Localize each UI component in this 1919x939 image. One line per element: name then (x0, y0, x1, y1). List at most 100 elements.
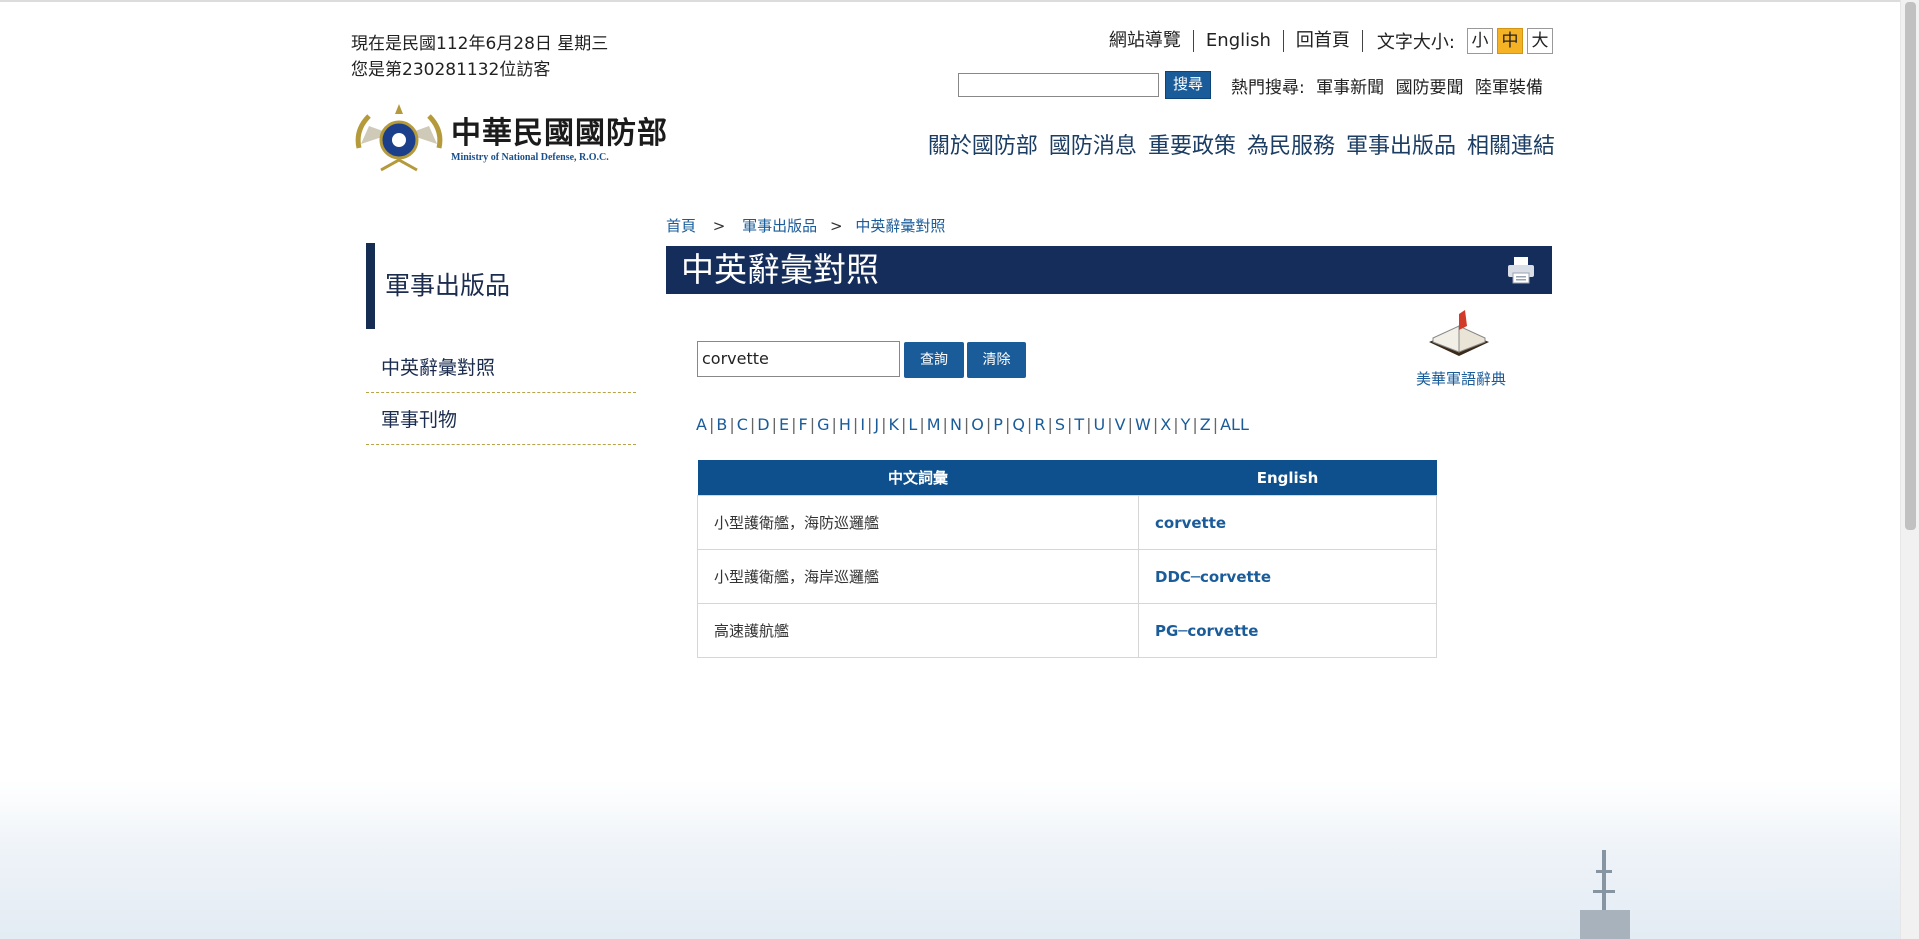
alphabet-letter-r[interactable]: R (1034, 415, 1045, 434)
nav-publications[interactable]: 軍事出版品 (1346, 128, 1456, 160)
cell-chinese: 小型護衛艦，海岸巡邏艦 (697, 549, 1139, 604)
sitemap-link[interactable]: 網站導覽 (1109, 30, 1194, 52)
top-border (0, 0, 1900, 2)
main-nav: 關於國防部 國防消息 重要政策 為民服務 軍事出版品 相關連結 (917, 128, 1555, 160)
alphabet-letter-k[interactable]: K (889, 415, 900, 434)
print-icon[interactable] (1506, 255, 1536, 285)
date-visitor: 現在是民國112年6月28日 星期三 您是第230281132位訪客 (351, 31, 608, 83)
alphabet-separator: | (831, 415, 837, 434)
cell-english[interactable]: corvette (1138, 495, 1437, 550)
alphabet-letter-p[interactable]: P (993, 415, 1003, 434)
breadcrumb-current[interactable]: 中英辭彙對照 (855, 217, 945, 235)
alphabet-letter-s[interactable]: S (1055, 415, 1065, 434)
site-logo[interactable]: 中華民國國防部 Ministry of National Defense, R.… (351, 100, 668, 180)
alphabet-separator: | (749, 415, 756, 434)
alphabet-letter-j[interactable]: J (874, 415, 879, 434)
nav-about[interactable]: 關於國防部 (928, 128, 1038, 160)
page-title-bar: 中英辭彙對照 (666, 246, 1552, 294)
nav-policies[interactable]: 重要政策 (1148, 128, 1236, 160)
nav-defense-news[interactable]: 國防消息 (1049, 128, 1137, 160)
alphabet-letter-q[interactable]: Q (1012, 415, 1025, 434)
site-search-button[interactable]: 搜尋 (1165, 71, 1212, 99)
dictionary-link[interactable]: 美華軍語辭典 (1412, 367, 1510, 391)
column-header-chinese: 中文詞彙 (697, 460, 1139, 496)
book-icon[interactable] (1425, 308, 1493, 360)
alphabet-separator: | (771, 415, 777, 434)
breadcrumb-separator: > (712, 217, 726, 235)
alphabet-letter-d[interactable]: D (757, 415, 769, 434)
alphabet-letter-h[interactable]: H (839, 415, 851, 434)
alphabet-separator: | (985, 415, 992, 434)
emblem-icon (355, 104, 443, 172)
visitor-count: 您是第230281132位訪客 (351, 60, 551, 80)
alphabet-letter-all[interactable]: ALL (1220, 415, 1249, 434)
alphabet-separator: | (963, 415, 970, 434)
cell-english[interactable]: PG─corvette (1138, 603, 1437, 658)
alphabet-separator: | (867, 415, 873, 434)
alphabet-letter-i[interactable]: I (860, 415, 865, 434)
hot-search-label: 熱門搜尋: (1231, 77, 1305, 98)
alphabet-separator: | (1004, 415, 1011, 434)
alphabet-separator: | (1026, 415, 1033, 434)
alphabet-separator: | (1192, 415, 1198, 434)
clear-button[interactable]: 清除 (967, 342, 1026, 378)
glossary-search-input[interactable]: corvette (697, 341, 900, 377)
alphabet-separator: | (901, 415, 907, 434)
site-search-input[interactable] (958, 73, 1159, 97)
alphabet-separator: | (1127, 415, 1133, 434)
alphabet-letter-x[interactable]: X (1160, 415, 1171, 434)
alphabet-letter-f[interactable]: F (799, 415, 808, 434)
alphabet-separator: | (1212, 415, 1219, 434)
font-large-button[interactable]: 大 (1527, 28, 1553, 54)
alphabet-letter-g[interactable]: G (817, 415, 829, 434)
font-small-button[interactable]: 小 (1467, 28, 1493, 54)
table-row: 高速護航艦 PG─corvette (697, 603, 1437, 658)
home-link[interactable]: 回首頁 (1284, 30, 1363, 52)
hot-item-military-news[interactable]: 軍事新聞 (1316, 78, 1384, 98)
alphabet-letter-y[interactable]: Y (1181, 415, 1191, 434)
alphabet-letter-v[interactable]: V (1115, 415, 1126, 434)
font-medium-button[interactable]: 中 (1497, 28, 1523, 54)
sidebar-title: 軍事出版品 (366, 243, 636, 329)
alphabet-separator: | (919, 415, 925, 434)
hot-item-army-equipment[interactable]: 陸軍裝備 (1475, 78, 1543, 98)
alphabet-letter-b[interactable]: B (716, 415, 727, 434)
cell-english[interactable]: DDC─corvette (1138, 549, 1437, 604)
current-date: 現在是民國112年6月28日 星期三 (351, 34, 609, 54)
alphabet-letter-o[interactable]: O (971, 415, 984, 434)
alphabet-letter-z[interactable]: Z (1200, 415, 1211, 434)
alphabet-letter-c[interactable]: C (737, 415, 748, 434)
logo-english-name: Ministry of National Defense, R.O.C. (451, 151, 609, 163)
alphabet-letter-u[interactable]: U (1094, 415, 1106, 434)
sidebar-item-glossary[interactable]: 中英辭彙對照 (366, 345, 636, 393)
page-scrollbar[interactable] (1900, 0, 1919, 939)
alphabet-letter-e[interactable]: E (779, 415, 789, 434)
alphabet-letter-t[interactable]: T (1074, 415, 1084, 434)
breadcrumb-publications[interactable]: 軍事出版品 (742, 217, 817, 235)
alphabet-letter-n[interactable]: N (950, 415, 962, 434)
alphabet-separator: | (809, 415, 816, 434)
breadcrumb-home[interactable]: 首頁 (666, 217, 696, 235)
query-button[interactable]: 查詢 (904, 342, 964, 378)
nav-services[interactable]: 為民服務 (1247, 128, 1335, 160)
alphabet-index: A | B | C | D | E | F | G | H | I | J | K | L | M | N | O | P | Q | R | S | T |… (696, 415, 1249, 434)
nav-links[interactable]: 相關連結 (1467, 128, 1555, 160)
alphabet-letter-w[interactable]: W (1135, 415, 1151, 434)
column-header-english: English (1138, 460, 1437, 496)
alphabet-letter-l[interactable]: L (908, 415, 917, 434)
font-size-label: 文字大小: (1376, 32, 1455, 53)
utility-nav: 網站導覽 English 回首頁 文字大小: 小 中 大 (1109, 28, 1553, 54)
alphabet-separator: | (1047, 415, 1053, 434)
page-title: 中英辭彙對照 (681, 250, 879, 289)
alphabet-separator: | (729, 415, 735, 434)
english-link[interactable]: English (1194, 30, 1284, 52)
alphabet-separator: | (1066, 415, 1073, 434)
breadcrumb: 首頁 > 軍事出版品 > 中英辭彙對照 (666, 215, 945, 236)
tower-icon (1580, 850, 1630, 939)
sidebar-item-journals[interactable]: 軍事刊物 (366, 393, 636, 445)
hot-item-defense-news[interactable]: 國防要聞 (1396, 78, 1464, 98)
alphabet-separator: | (881, 415, 887, 434)
alphabet-letter-m[interactable]: M (927, 415, 941, 434)
alphabet-letter-a[interactable]: A (696, 415, 707, 434)
scrollbar-thumb[interactable] (1905, 2, 1916, 530)
